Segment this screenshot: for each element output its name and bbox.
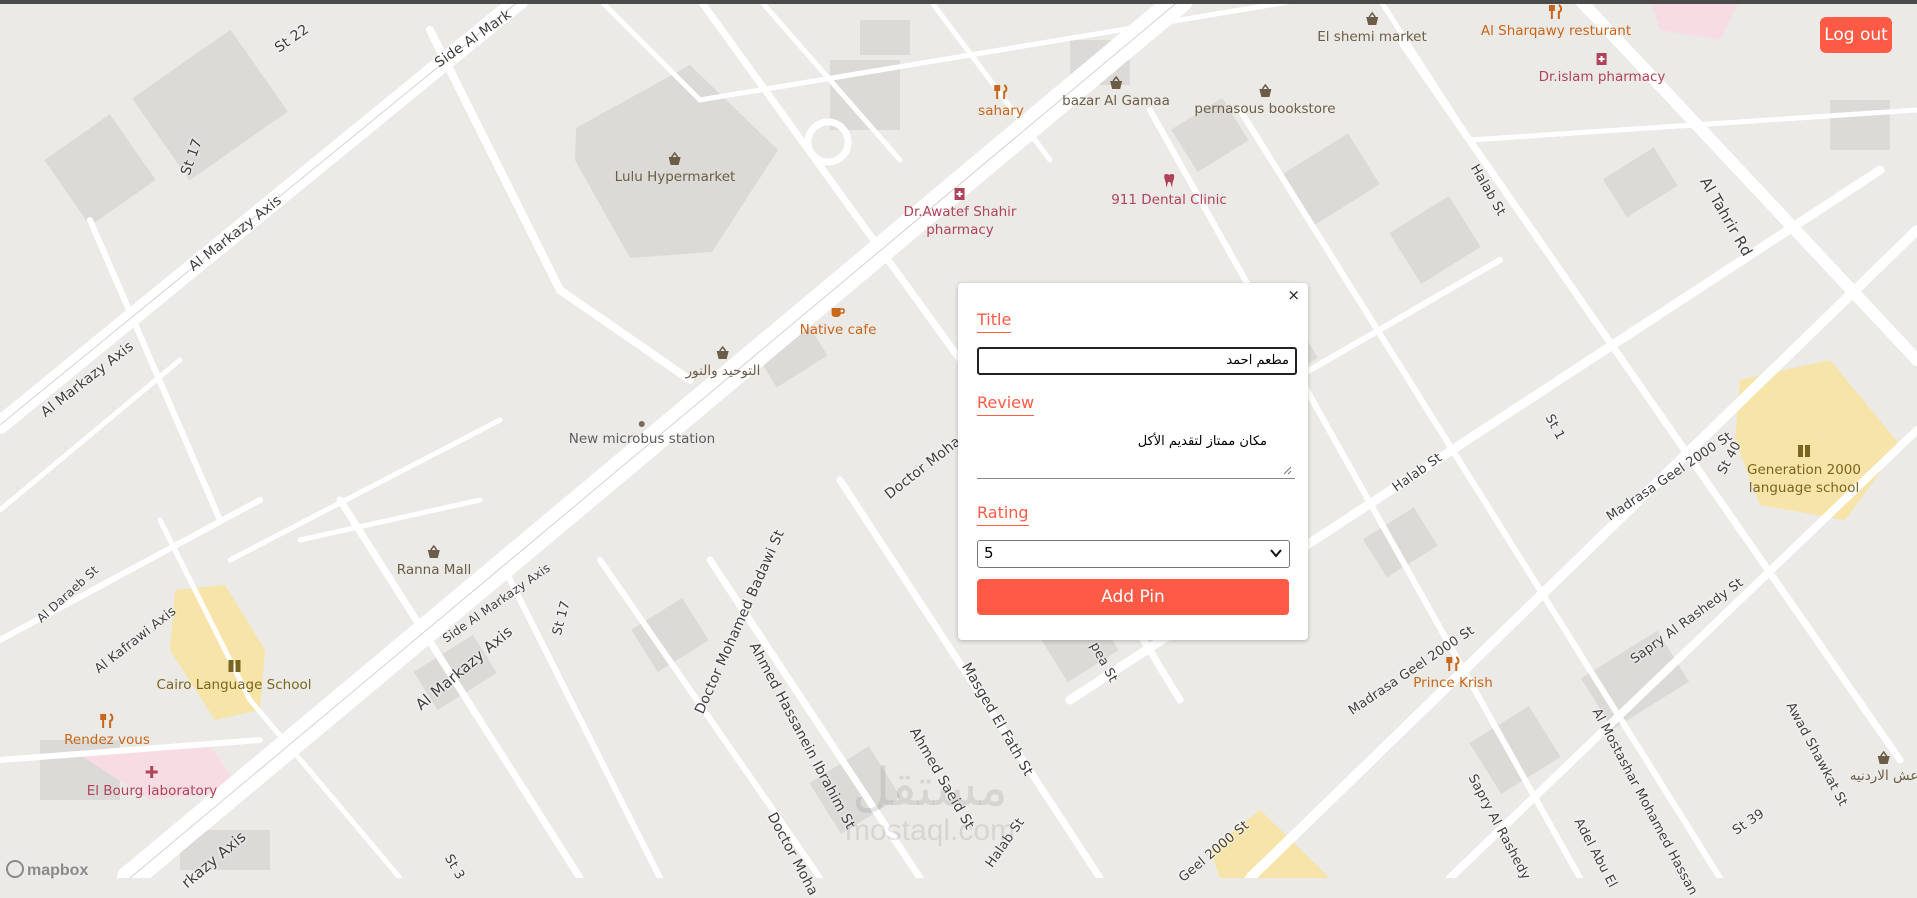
title-label: Title [977, 310, 1012, 333]
rating-select-value: 5 [984, 544, 994, 562]
review-textarea-value: مكان ممتاز لتقديم الأكل [1137, 434, 1267, 449]
basket-icon [669, 152, 681, 165]
school-icon [228, 660, 240, 672]
title-input-value: مطعم احمد [1226, 353, 1289, 368]
add-pin-popup: × Title مطعم احمد Review مكان ممتاز لتقد… [958, 283, 1308, 640]
basket-icon [428, 545, 440, 558]
watermark: مستقل mostaql.com [845, 760, 1015, 846]
poi-pernasous-bookstore[interactable]: pernasous bookstore [1194, 84, 1336, 118]
poi-label: Native cafe [799, 322, 877, 338]
poi-al-sharqawy-resturant[interactable]: Al Sharqawy resturant [1481, 4, 1631, 40]
poi-label: Al Sharqawy resturant [1480, 23, 1632, 39]
poi-label: Lulu Hypermarket [614, 169, 736, 185]
poi-bazar-al-gamaa[interactable]: bazar Al Gamaa [1062, 76, 1170, 110]
poi-label: Prince Krish [1413, 675, 1493, 691]
review-label: Review [977, 393, 1035, 416]
poi-label: Generation 2000 [1747, 462, 1861, 478]
poi-label: El Bourg laboratory [86, 783, 218, 799]
poi-label: El shemi market [1317, 29, 1427, 45]
restaurant-icon [994, 84, 1008, 99]
mapbox-label: mapbox [27, 862, 89, 879]
poi-label-line2: pharmacy [926, 222, 994, 238]
poi-el-bourg-laboratory[interactable]: El Bourg laboratory [86, 764, 218, 800]
poi-label: Rendez vous [64, 732, 150, 748]
rating-select[interactable]: 5 [977, 540, 1290, 568]
poi-label: pernasous bookstore [1194, 101, 1336, 117]
resize-handle-icon[interactable] [1283, 466, 1292, 475]
poi-cairo-language-school[interactable]: Cairo Language School [157, 658, 312, 694]
poi-lulu-hypermarket[interactable]: Lulu Hypermarket [614, 152, 736, 186]
chevron-down-icon [1270, 549, 1282, 558]
restaurant-icon [99, 713, 114, 728]
basket-icon [1110, 76, 1122, 89]
cafe-icon [831, 308, 846, 317]
poi-label: Dr.islam pharmacy [1538, 69, 1666, 85]
poi-label: عش الاردنيه [1849, 768, 1917, 784]
poi-new-microbus-station[interactable]: New microbus station [569, 420, 715, 448]
poi-label: Ranna Mall [396, 562, 472, 578]
close-icon[interactable]: × [1287, 286, 1300, 304]
poi-label: Cairo Language School [156, 677, 312, 693]
restaurant-icon [1446, 656, 1460, 671]
poi-label: bazar Al Gamaa [1062, 93, 1170, 109]
poi-rendez-vous[interactable]: Rendez vous [64, 713, 150, 749]
poi-native-cafe[interactable]: Native cafe [799, 305, 877, 339]
watermark-line2: mostaql.com [845, 814, 1016, 847]
review-textarea[interactable]: مكان ممتاز لتقديم الأكل [977, 428, 1295, 479]
basket-icon [1877, 751, 1890, 764]
poi-osh-al-ordonia[interactable]: عش الاردنيه [1850, 751, 1917, 785]
rating-label: Rating [977, 503, 1029, 526]
basket-icon [1259, 84, 1271, 97]
mapbox-logo[interactable]: mapbox [6, 860, 88, 880]
poi-generation-2000-language-school[interactable]: Generation 2000 language school [1747, 443, 1861, 497]
tooth-icon [1164, 174, 1174, 188]
poi-911-dental-clinic[interactable]: 911 Dental Clinic [1111, 173, 1227, 209]
title-input[interactable]: مطعم احمد [977, 347, 1297, 375]
add-pin-button[interactable]: Add Pin [977, 579, 1289, 615]
poi-altawheed-walnoor[interactable]: التوحيد والنور [685, 346, 761, 380]
basket-icon [716, 346, 729, 359]
pharmacy-icon [955, 188, 965, 200]
watermark-line1: مستقل [852, 759, 1008, 817]
poi-ranna-mall[interactable]: Ranna Mall [397, 545, 471, 579]
logout-button[interactable]: Log out [1820, 17, 1892, 53]
poi-label: sahary [978, 103, 1024, 119]
poi-sahary[interactable]: sahary [978, 84, 1024, 120]
poi-dr-islam-pharmacy[interactable]: Dr.islam pharmacy [1538, 50, 1666, 86]
poi-label-line2: language school [1748, 480, 1860, 496]
mapbox-icon [6, 860, 24, 878]
poi-el-shemi-market[interactable]: El shemi market [1317, 12, 1427, 46]
poi-label: New microbus station [568, 431, 716, 447]
school-icon [1798, 445, 1810, 457]
restaurant-icon [1549, 4, 1563, 19]
poi-label: 911 Dental Clinic [1111, 192, 1227, 208]
dot-icon [638, 421, 645, 427]
hospital-icon [146, 766, 158, 778]
poi-label: Dr.Awatef Shahir [903, 204, 1017, 220]
pharmacy-icon [1596, 53, 1607, 65]
basket-icon [1365, 12, 1378, 25]
poi-dr-awatef-shahir-pharmacy[interactable]: Dr.Awatef Shahir pharmacy [903, 185, 1017, 239]
poi-label: التوحيد والنور [685, 363, 761, 379]
